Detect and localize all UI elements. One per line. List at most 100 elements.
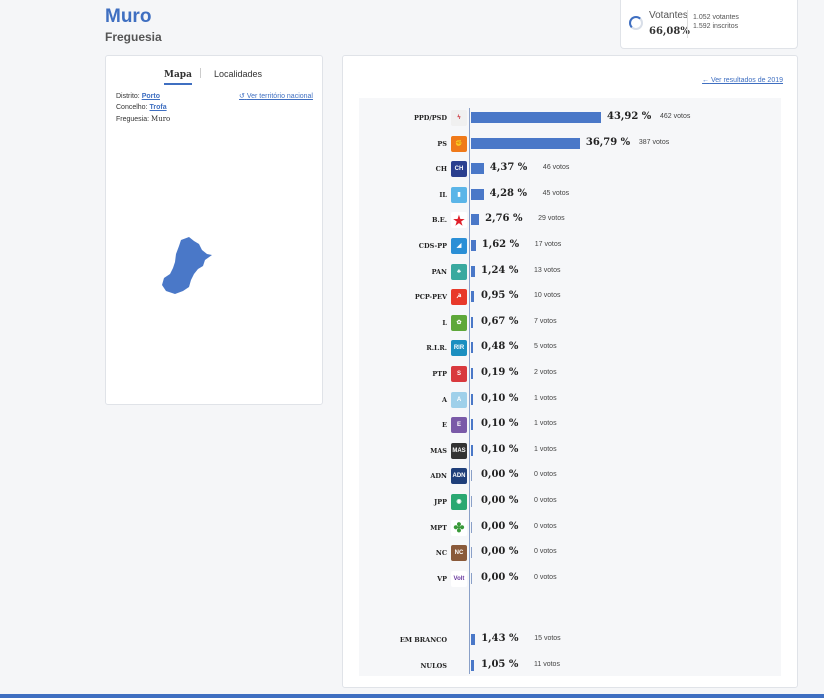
result-row-pan[interactable]: PAN ♣ 1,24 % 13 votos bbox=[359, 262, 781, 282]
result-bar bbox=[471, 572, 472, 584]
volt-icon: Volt bbox=[451, 570, 467, 587]
result-votes: 10 votos bbox=[534, 292, 561, 300]
tab-localidades[interactable]: Localidades bbox=[214, 69, 262, 79]
be-icon: ★ bbox=[451, 212, 467, 229]
result-row-vp[interactable]: VP Volt 0,00 % 0 votos bbox=[359, 569, 781, 589]
result-row-ptp[interactable]: PTP S 0,19 % 2 votos bbox=[359, 364, 781, 384]
result-votes: 7 votos bbox=[534, 317, 557, 325]
results-panel: ← Ver resultados de 2019 PPD/PSD ϟ 43,92 %… bbox=[342, 55, 798, 688]
parish-map-shape[interactable] bbox=[161, 236, 217, 298]
il-icon: ▮ bbox=[451, 186, 467, 203]
district-row: Distrito: Porto bbox=[116, 93, 160, 100]
result-percentage: 0,48 % bbox=[481, 341, 519, 353]
result-votes: 11 votos bbox=[534, 661, 560, 668]
result-row-ch[interactable]: CH CH 4,37 % 46 votos bbox=[359, 159, 781, 179]
result-row-mpt[interactable]: MPT ✤ 0,00 % 0 votos bbox=[359, 518, 781, 538]
ptp-icon: S bbox=[451, 366, 467, 382]
ch-icon: CH bbox=[451, 161, 467, 178]
result-bar bbox=[471, 444, 473, 456]
result-row-nc[interactable]: NC NC 0,00 % 0 votos bbox=[359, 543, 781, 563]
result-votes: 1 votos bbox=[534, 445, 557, 453]
view-national-link[interactable]: ↺ Ver território nacional bbox=[239, 92, 313, 100]
result-votes: 0 votos bbox=[534, 497, 557, 504]
result-percentage: 43,92 % bbox=[607, 111, 652, 122]
result-bar bbox=[471, 137, 580, 149]
result-votes: 387 votos bbox=[638, 138, 670, 146]
tab-map[interactable]: Mapa bbox=[164, 70, 192, 85]
result-percentage: 0,00 % bbox=[481, 495, 519, 506]
result-bar bbox=[471, 188, 484, 200]
result-percentage: 1,05 % bbox=[481, 659, 519, 670]
result-bar bbox=[471, 316, 473, 328]
result-bar bbox=[471, 342, 473, 354]
result-percentage: 1,62 % bbox=[481, 239, 520, 250]
result-votes: 2 votos bbox=[534, 369, 557, 376]
result-row-e[interactable]: E E 0,10 % 1 votos bbox=[359, 415, 781, 435]
result-bar bbox=[471, 547, 472, 559]
party-name: NULOS bbox=[420, 662, 447, 670]
party-name: E bbox=[442, 421, 447, 430]
previous-results-label: Ver resultados de 2019 bbox=[711, 77, 783, 84]
cds-pp-icon: ◢ bbox=[451, 238, 467, 254]
result-row-pcp-pev[interactable]: PCP-PEV ☭ 0,95 % 10 votos bbox=[359, 287, 781, 307]
result-percentage: 1,43 % bbox=[481, 633, 519, 645]
council-row: Concelho: Trofa bbox=[116, 104, 167, 111]
result-percentage: 0,67 % bbox=[481, 315, 519, 327]
party-name: NC bbox=[435, 549, 447, 558]
party-name: CH bbox=[435, 165, 447, 174]
district-label: Distrito: bbox=[116, 93, 140, 100]
turnout-ring-icon bbox=[629, 16, 643, 30]
parish-row: Freguesia: Muro bbox=[116, 115, 170, 123]
result-row-adn[interactable]: ADN ADN 0,00 % 0 votos bbox=[359, 466, 781, 486]
result-votes: 0 votos bbox=[534, 548, 557, 556]
ps-icon: ✊ bbox=[451, 135, 467, 152]
council-label: Concelho: bbox=[116, 104, 148, 111]
mpt-icon: ✤ bbox=[451, 519, 467, 536]
result-bar bbox=[471, 521, 472, 533]
result-row-ppd-psd[interactable]: PPD/PSD ϟ 43,92 % 462 votos bbox=[359, 108, 781, 128]
result-row-il[interactable]: IL ▮ 4,28 % 45 votos bbox=[359, 185, 781, 205]
party-name: A bbox=[441, 395, 447, 404]
pcp-pev-icon: ☭ bbox=[451, 289, 467, 306]
result-percentage: 36,79 % bbox=[585, 136, 631, 148]
result-votes: 1 votos bbox=[534, 420, 557, 428]
result-votes: 45 votos bbox=[542, 189, 570, 197]
result-row-nulos[interactable]: NULOS 1,05 % 11 votos bbox=[359, 656, 781, 676]
result-votes: 46 votos bbox=[542, 164, 570, 172]
arrow-left-icon: ← bbox=[702, 77, 710, 84]
result-bar bbox=[471, 496, 472, 507]
party-name: PTP bbox=[432, 370, 447, 378]
council-link[interactable]: Trofa bbox=[149, 104, 166, 111]
reset-arrow-icon: ↺ bbox=[239, 93, 245, 100]
result-row-cds-pp[interactable]: CDS-PP ◢ 1,62 % 17 votos bbox=[359, 236, 781, 256]
result-votes: 15 votos bbox=[534, 635, 561, 643]
result-votes: 0 votos bbox=[534, 522, 557, 530]
district-link[interactable]: Porto bbox=[142, 93, 160, 100]
page-subtitle: Freguesia bbox=[105, 30, 162, 44]
tab-divider bbox=[200, 68, 201, 78]
result-row-b-e-[interactable]: B.E. ★ 2,76 % 29 votos bbox=[359, 210, 781, 230]
party-name: PS bbox=[437, 139, 447, 148]
result-percentage: 0,00 % bbox=[481, 469, 519, 481]
party-name: PPD/PSD bbox=[413, 114, 447, 122]
result-percentage: 2,76 % bbox=[485, 213, 523, 225]
result-row-mas[interactable]: MAS MAS 0,10 % 1 votos bbox=[359, 441, 781, 461]
result-row-l[interactable]: L ✿ 0,67 % 7 votos bbox=[359, 313, 781, 333]
result-votes: 0 votos bbox=[534, 573, 557, 581]
previous-results-link[interactable]: ← Ver resultados de 2019 bbox=[702, 77, 783, 84]
view-national-label: Ver território nacional bbox=[246, 93, 313, 100]
result-votes: 5 votos bbox=[534, 343, 557, 351]
result-row-jpp[interactable]: JPP ◉ 0,00 % 0 votos bbox=[359, 492, 781, 512]
voters-divider bbox=[687, 10, 688, 38]
party-name: VP bbox=[437, 574, 447, 583]
page-title: Muro bbox=[105, 6, 152, 27]
result-row-em-branco[interactable]: EM BRANCO 1,43 % 15 votos bbox=[359, 630, 781, 650]
result-row-r-i-r-[interactable]: R.I.R. RIR 0,48 % 5 votos bbox=[359, 338, 781, 358]
party-name: PAN bbox=[431, 267, 447, 276]
result-row-a[interactable]: A A 0,10 % 1 votos bbox=[359, 390, 781, 410]
result-row-ps[interactable]: PS ✊ 36,79 % 387 votos bbox=[359, 134, 781, 154]
result-bar bbox=[471, 265, 475, 277]
parish-value: Muro bbox=[151, 115, 171, 123]
map-panel: Mapa Localidades Distrito: Porto Concelh… bbox=[105, 55, 323, 405]
results-chart: PPD/PSD ϟ 43,92 % 462 votos PS ✊ 36,79 % 387 vo… bbox=[359, 98, 781, 676]
